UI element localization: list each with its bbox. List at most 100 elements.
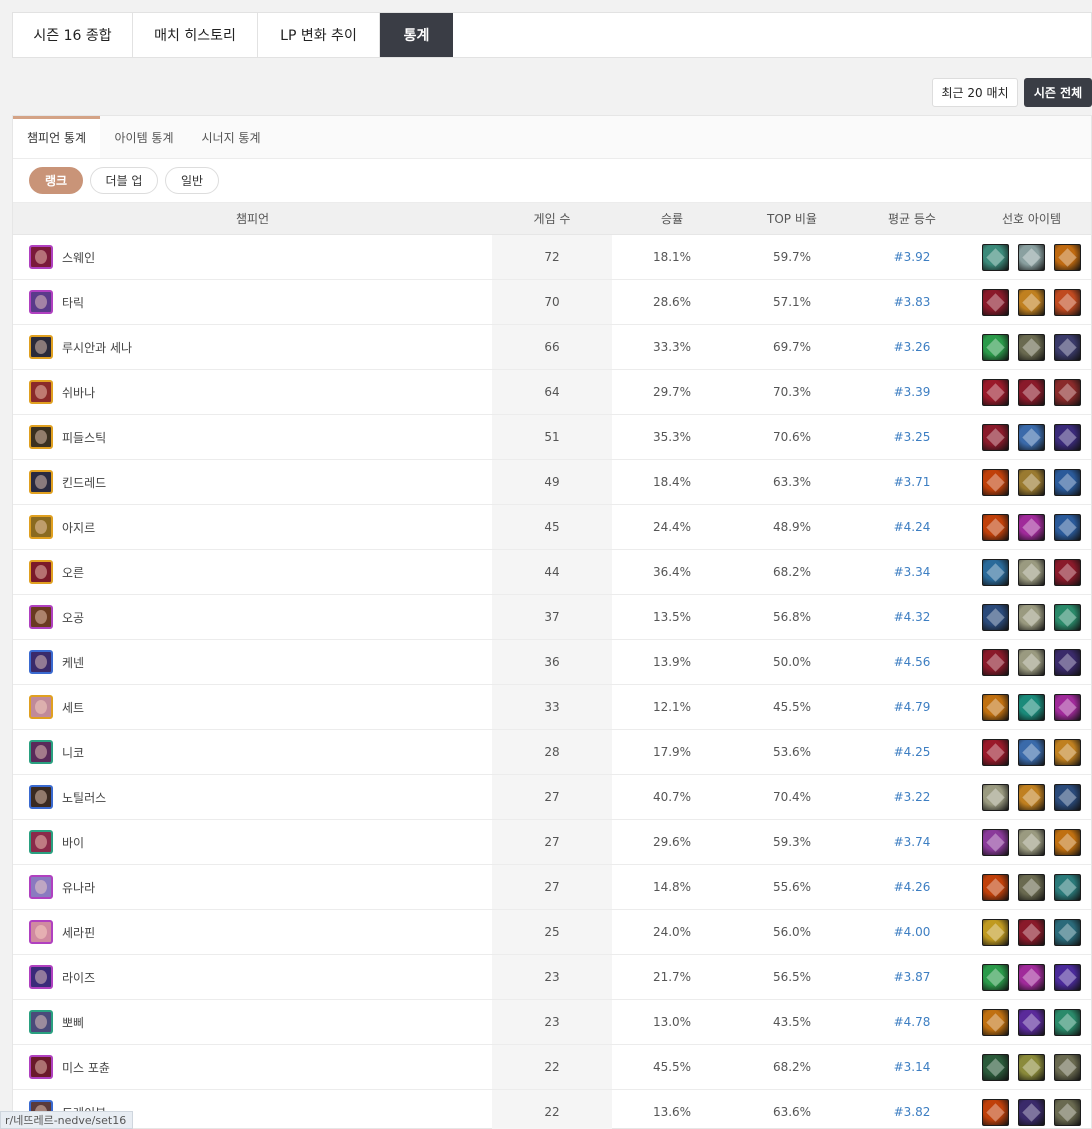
tab-lp-trend[interactable]: LP 변화 추이 [258, 13, 380, 57]
champion-portrait-icon[interactable] [29, 695, 53, 719]
filter-double-up[interactable]: 더블 업 [90, 167, 158, 194]
item-icon[interactable] [982, 558, 1009, 586]
item-icon[interactable] [982, 918, 1009, 946]
item-icon[interactable] [1018, 288, 1045, 316]
item-icon[interactable] [982, 513, 1009, 541]
champion-portrait-icon[interactable] [29, 1055, 53, 1079]
table-row[interactable]: 케넨 36 13.9% 50.0% #4.56 [13, 640, 1091, 685]
item-icon[interactable] [982, 243, 1009, 271]
tab-match-history[interactable]: 매치 히스토리 [133, 13, 258, 57]
item-icon[interactable] [1018, 558, 1045, 586]
item-icon[interactable] [1018, 738, 1045, 766]
champion-portrait-icon[interactable] [29, 425, 53, 449]
item-icon[interactable] [1054, 468, 1081, 496]
item-icon[interactable] [1054, 378, 1081, 406]
tab-item-stats[interactable]: 아이템 통계 [100, 116, 188, 158]
item-icon[interactable] [1054, 1053, 1081, 1081]
champion-portrait-icon[interactable] [29, 830, 53, 854]
champion-name[interactable]: 피들스틱 [62, 429, 106, 446]
table-row[interactable]: 스웨인 72 18.1% 59.7% #3.92 [13, 235, 1091, 280]
champion-name[interactable]: 오공 [62, 609, 84, 626]
champion-name[interactable]: 오른 [62, 564, 84, 581]
table-row[interactable]: 아지르 45 24.4% 48.9% #4.24 [13, 505, 1091, 550]
champion-portrait-icon[interactable] [29, 515, 53, 539]
champion-name[interactable]: 아지르 [62, 519, 95, 536]
item-icon[interactable] [982, 963, 1009, 991]
champion-name[interactable]: 킨드레드 [62, 474, 106, 491]
item-icon[interactable] [1054, 963, 1081, 991]
item-icon[interactable] [1018, 1098, 1045, 1126]
table-row[interactable]: 세라핀 25 24.0% 56.0% #4.00 [13, 910, 1091, 955]
champion-name[interactable]: 노틸러스 [62, 789, 106, 806]
item-icon[interactable] [1018, 333, 1045, 361]
item-icon[interactable] [1018, 828, 1045, 856]
item-icon[interactable] [982, 1008, 1009, 1036]
item-icon[interactable] [982, 1053, 1009, 1081]
item-icon[interactable] [1018, 243, 1045, 271]
item-icon[interactable] [982, 603, 1009, 631]
item-icon[interactable] [1054, 918, 1081, 946]
item-icon[interactable] [1054, 828, 1081, 856]
item-icon[interactable] [982, 873, 1009, 901]
tab-stats[interactable]: 통계 [380, 13, 453, 57]
col-avg-place[interactable]: 평균 등수 [852, 203, 972, 234]
item-icon[interactable] [1054, 423, 1081, 451]
champion-name[interactable]: 스웨인 [62, 249, 95, 266]
table-row[interactable]: 타릭 70 28.6% 57.1% #3.83 [13, 280, 1091, 325]
item-icon[interactable] [1018, 1008, 1045, 1036]
champion-portrait-icon[interactable] [29, 560, 53, 584]
table-row[interactable]: 노틸러스 27 40.7% 70.4% #3.22 [13, 775, 1091, 820]
table-row[interactable]: 바이 27 29.6% 59.3% #3.74 [13, 820, 1091, 865]
item-icon[interactable] [982, 378, 1009, 406]
champion-name[interactable]: 케넨 [62, 654, 84, 671]
item-icon[interactable] [982, 783, 1009, 811]
item-icon[interactable] [1018, 423, 1045, 451]
table-row[interactable]: 세트 33 12.1% 45.5% #4.79 [13, 685, 1091, 730]
col-champion[interactable]: 챔피언 [13, 203, 492, 234]
champion-portrait-icon[interactable] [29, 650, 53, 674]
champion-name[interactable]: 세트 [62, 699, 84, 716]
item-icon[interactable] [1018, 693, 1045, 721]
item-icon[interactable] [1054, 1098, 1081, 1126]
item-icon[interactable] [1054, 738, 1081, 766]
table-row[interactable]: 피들스틱 51 35.3% 70.6% #3.25 [13, 415, 1091, 460]
item-icon[interactable] [1054, 783, 1081, 811]
table-row[interactable]: 오른 44 36.4% 68.2% #3.34 [13, 550, 1091, 595]
item-icon[interactable] [1018, 378, 1045, 406]
champion-name[interactable]: 라이즈 [62, 969, 95, 986]
item-icon[interactable] [982, 1098, 1009, 1126]
item-icon[interactable] [982, 333, 1009, 361]
item-icon[interactable] [1054, 693, 1081, 721]
item-icon[interactable] [1018, 648, 1045, 676]
table-row[interactable]: 드레이븐2213.6%63.6%#3.82 [13, 1090, 1091, 1129]
item-icon[interactable] [1054, 1008, 1081, 1036]
champion-portrait-icon[interactable] [29, 965, 53, 989]
table-row[interactable]: 미스 포츈 22 45.5% 68.2% #3.14 [13, 1045, 1091, 1090]
item-icon[interactable] [1054, 648, 1081, 676]
col-top-rate[interactable]: TOP 비율 [732, 203, 852, 234]
champion-portrait-icon[interactable] [29, 470, 53, 494]
item-icon[interactable] [1018, 918, 1045, 946]
champion-portrait-icon[interactable] [29, 605, 53, 629]
tab-synergy-stats[interactable]: 시너지 통계 [188, 116, 274, 158]
item-icon[interactable] [982, 423, 1009, 451]
filter-ranked[interactable]: 랭크 [29, 167, 83, 194]
item-icon[interactable] [982, 828, 1009, 856]
whole-season-button[interactable]: 시즌 전체 [1024, 78, 1092, 107]
champion-portrait-icon[interactable] [29, 785, 53, 809]
champion-name[interactable]: 타릭 [62, 294, 84, 311]
item-icon[interactable] [982, 648, 1009, 676]
champion-name[interactable]: 니코 [62, 744, 84, 761]
item-icon[interactable] [1054, 513, 1081, 541]
champion-portrait-icon[interactable] [29, 245, 53, 269]
table-row[interactable]: 킨드레드 49 18.4% 63.3% #3.71 [13, 460, 1091, 505]
table-row[interactable]: 루시안과 세나 66 33.3% 69.7% #3.26 [13, 325, 1091, 370]
item-icon[interactable] [1018, 513, 1045, 541]
table-row[interactable]: 니코 28 17.9% 53.6% #4.25 [13, 730, 1091, 775]
item-icon[interactable] [1018, 783, 1045, 811]
tab-season-overview[interactable]: 시즌 16 종합 [13, 13, 133, 57]
table-row[interactable]: 뽀삐 23 13.0% 43.5% #4.78 [13, 1000, 1091, 1045]
champion-name[interactable]: 바이 [62, 834, 84, 851]
col-games[interactable]: 게임 수 [492, 203, 612, 234]
item-icon[interactable] [982, 288, 1009, 316]
